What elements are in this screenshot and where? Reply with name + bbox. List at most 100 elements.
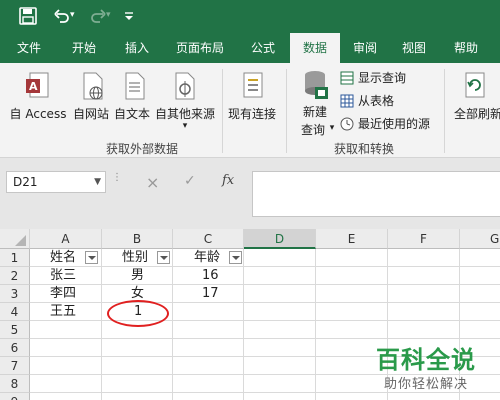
table-cell[interactable]: 16 — [202, 267, 219, 285]
row-header[interactable]: 4 — [0, 303, 30, 321]
redo-dropdown-icon[interactable]: ▾ — [106, 10, 116, 30]
watermark: 百科全说 助你轻松解决 — [370, 340, 500, 400]
tab-page-layout[interactable]: 页面布局 — [166, 33, 234, 63]
show-queries-label: 显示查询 — [358, 71, 407, 85]
tab-formulas[interactable]: 公式 — [238, 33, 288, 63]
save-icon[interactable] — [18, 6, 38, 26]
ribbon-tabs: 文件 开始 插入 页面布局 公式 数据 审阅 视图 帮助 — [0, 33, 500, 64]
name-box[interactable]: D21 ▼ — [6, 171, 106, 193]
gridline — [101, 249, 102, 400]
table-cell[interactable]: 李四 — [50, 285, 76, 303]
watermark-title: 百科全说 — [376, 346, 476, 374]
filter-dropdown-icon[interactable] — [85, 251, 98, 264]
chevron-down-icon[interactable]: ▼ — [94, 172, 101, 192]
table-cell[interactable]: 男 — [131, 267, 144, 285]
row-header[interactable]: 6 — [0, 339, 30, 357]
row-header[interactable]: 3 — [0, 285, 30, 303]
existing-connections-button[interactable]: 现有连接 — [226, 69, 278, 135]
row-header[interactable]: 7 — [0, 357, 30, 375]
drag-handle[interactable]: ⋮ — [112, 173, 122, 183]
gridline — [30, 320, 500, 321]
from-table-button[interactable]: 从表格 — [340, 92, 450, 110]
refresh-all-button[interactable]: 全部刷新 — [448, 69, 500, 135]
tab-file[interactable]: 文件 — [6, 33, 52, 63]
existing-connections-label: 现有连接 — [227, 107, 276, 121]
tab-insert[interactable]: 插入 — [112, 33, 162, 63]
tab-data[interactable]: 数据 — [290, 33, 340, 64]
table-cell[interactable]: 17 — [202, 285, 219, 303]
other-sources-icon — [175, 72, 195, 100]
gridline — [30, 284, 500, 285]
name-box-value: D21 — [13, 175, 38, 189]
group-label-get-transform: 获取和转换 — [334, 142, 395, 156]
refresh-icon — [465, 72, 485, 98]
svg-text:A: A — [29, 80, 38, 93]
connections-icon — [243, 72, 263, 98]
group-divider — [222, 69, 223, 153]
recent-sources-label: 最近使用的源 — [358, 117, 431, 131]
filter-dropdown-icon[interactable] — [229, 251, 242, 264]
undo-dropdown-icon[interactable]: ▾ — [70, 10, 80, 30]
column-header-c[interactable]: C — [173, 229, 244, 249]
cancel-icon[interactable]: × — [146, 173, 159, 192]
tab-help[interactable]: 帮助 — [442, 33, 490, 63]
row-header[interactable]: 9 — [0, 393, 30, 400]
web-icon — [83, 72, 103, 100]
tab-view[interactable]: 视图 — [390, 33, 438, 63]
table-header-gender[interactable]: 性别 — [122, 249, 148, 267]
insert-function-icon[interactable]: fx — [222, 173, 234, 188]
tab-home[interactable]: 开始 — [58, 33, 110, 63]
new-query-button[interactable]: 新建 查询 ▾ — [292, 69, 338, 139]
grid-icon — [340, 94, 354, 108]
column-header-g[interactable]: G — [460, 229, 500, 249]
column-header-e[interactable]: E — [316, 229, 388, 249]
customize-toolbar-icon[interactable] — [122, 6, 142, 26]
from-other-sources-button[interactable]: 自其他来源 ▾ — [152, 69, 218, 135]
table-cell[interactable]: 张三 — [50, 267, 76, 285]
show-queries-button[interactable]: 显示查询 — [340, 69, 450, 87]
column-header-a[interactable]: A — [30, 229, 102, 249]
ribbon: A 自 Access 自网站 自文本 自其他来源 ▾ 获取外部数据 现有连接 新… — [0, 63, 500, 158]
access-icon: A — [26, 72, 49, 98]
table-cell[interactable]: 王五 — [50, 303, 76, 321]
group-label-get-external-data: 获取外部数据 — [106, 142, 179, 156]
gridline — [30, 302, 500, 303]
from-access-label: 自 Access — [9, 107, 67, 121]
row-header[interactable]: 8 — [0, 375, 30, 393]
table-icon — [340, 71, 354, 85]
group-divider — [444, 69, 445, 153]
table-header-name[interactable]: 姓名 — [50, 249, 76, 267]
group-divider — [286, 69, 287, 153]
filter-dropdown-icon[interactable] — [157, 251, 170, 264]
text-file-icon — [125, 72, 145, 100]
from-other-sources-label: 自其他来源 — [154, 107, 215, 121]
table-header-age[interactable]: 年龄 — [194, 249, 220, 267]
from-text-button[interactable]: 自文本 — [112, 69, 152, 135]
from-web-button[interactable]: 自网站 — [70, 69, 112, 135]
gridline — [30, 266, 500, 267]
highlight-annotation — [107, 300, 169, 327]
row-header[interactable]: 5 — [0, 321, 30, 339]
formula-bar-area: D21 ▼ ⋮ × ✓ fx — [0, 159, 500, 229]
from-text-label: 自文本 — [113, 107, 150, 121]
undo-icon[interactable] — [52, 6, 72, 26]
column-header-d[interactable]: D — [244, 229, 316, 249]
from-access-button[interactable]: A 自 Access — [6, 69, 70, 135]
row-header[interactable]: 1 — [0, 249, 30, 267]
tab-review[interactable]: 审阅 — [342, 33, 388, 63]
formula-input[interactable] — [252, 171, 500, 217]
enter-icon[interactable]: ✓ — [184, 173, 196, 189]
chevron-down-icon: ▾ — [182, 121, 188, 131]
clock-icon — [340, 117, 354, 131]
from-web-label: 自网站 — [72, 107, 109, 121]
gridline — [243, 249, 244, 400]
gridline — [30, 338, 500, 339]
column-header-f[interactable]: F — [388, 229, 460, 249]
column-header-b[interactable]: B — [102, 229, 173, 249]
row-header[interactable]: 2 — [0, 267, 30, 285]
select-all-corner[interactable] — [0, 229, 30, 249]
redo-icon[interactable] — [88, 6, 108, 26]
recent-sources-button[interactable]: 最近使用的源 — [340, 115, 450, 133]
database-icon — [305, 71, 328, 99]
from-table-label: 从表格 — [358, 94, 395, 108]
